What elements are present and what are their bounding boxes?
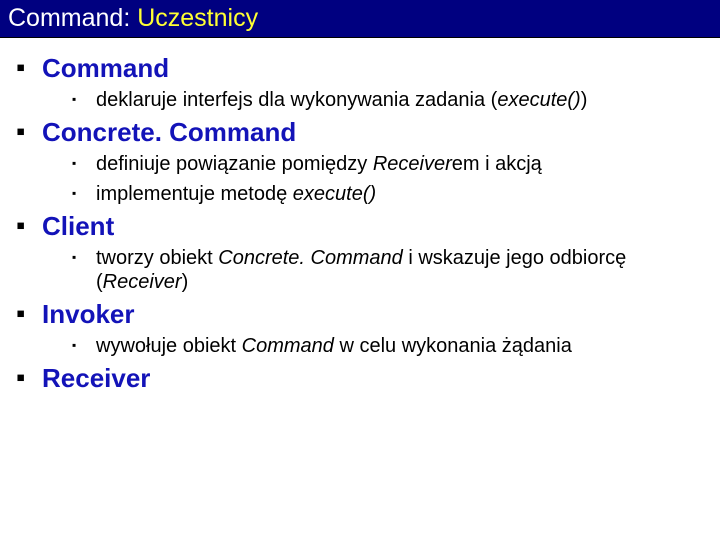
heading-client: ▪ Client: [16, 212, 704, 240]
square-bullet-icon: ▪: [72, 246, 96, 268]
square-bullet-icon: ▪: [16, 118, 42, 144]
heading-invoker: ▪ Invoker: [16, 300, 704, 328]
square-bullet-icon: ▪: [72, 152, 96, 174]
slide-title-bar: Command: Uczestnicy: [0, 0, 720, 38]
list-item: ▪ deklaruje interfejs dla wykonywania za…: [72, 88, 682, 112]
item-text: wywołuje obiekt Command w celu wykonania…: [96, 334, 572, 358]
heading-concrete-command: ▪ Concrete. Command: [16, 118, 704, 146]
square-bullet-icon: ▪: [16, 364, 42, 390]
list-item: ▪ implementuje metodę execute(): [72, 182, 682, 206]
square-bullet-icon: ▪: [72, 334, 96, 356]
title-first: Command:: [8, 4, 137, 32]
heading-receiver: ▪ Receiver: [16, 364, 704, 392]
square-bullet-icon: ▪: [72, 88, 96, 110]
square-bullet-icon: ▪: [16, 54, 42, 80]
list-item: ▪ tworzy obiekt Concrete. Command i wska…: [72, 246, 682, 294]
square-bullet-icon: ▪: [16, 300, 42, 326]
list-item: ▪ wywołuje obiekt Command w celu wykonan…: [72, 334, 682, 358]
square-bullet-icon: ▪: [16, 212, 42, 238]
square-bullet-icon: ▪: [72, 182, 96, 204]
heading-command: ▪ Command: [16, 54, 704, 82]
item-text: implementuje metodę execute(): [96, 182, 376, 206]
title-second: Uczestnicy: [137, 4, 258, 32]
slide-content: ▪ Command ▪ deklaruje interfejs dla wyko…: [0, 38, 720, 404]
item-text: tworzy obiekt Concrete. Command i wskazu…: [96, 246, 682, 294]
item-text: definiuje powiązanie pomiędzy Receiverem…: [96, 152, 542, 176]
list-item: ▪ definiuje powiązanie pomiędzy Receiver…: [72, 152, 682, 176]
item-text: deklaruje interfejs dla wykonywania zada…: [96, 88, 587, 112]
